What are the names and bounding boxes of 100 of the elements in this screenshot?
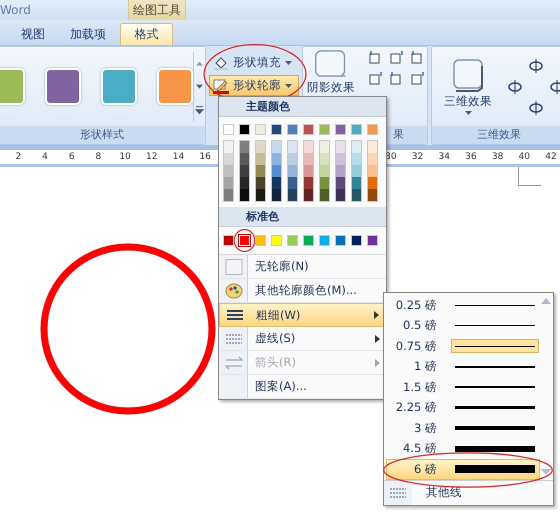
color-swatch[interactable] xyxy=(368,177,377,189)
color-swatch[interactable] xyxy=(304,177,313,189)
line-weight-item[interactable]: 0.25 磅 xyxy=(386,295,540,316)
color-swatch[interactable] xyxy=(320,177,329,189)
color-swatch[interactable] xyxy=(352,141,361,153)
color-swatch[interactable] xyxy=(256,177,265,189)
color-swatch[interactable] xyxy=(223,124,234,135)
color-swatch[interactable] xyxy=(256,153,265,165)
shape-style-swatch[interactable] xyxy=(157,68,193,105)
color-swatch[interactable] xyxy=(288,177,297,189)
line-weight-item[interactable]: 0.5 磅 xyxy=(386,316,540,336)
color-swatch[interactable] xyxy=(336,189,345,201)
line-weight-item[interactable]: 2.25 磅 xyxy=(386,398,540,418)
color-swatch[interactable] xyxy=(304,189,313,201)
color-swatch[interactable] xyxy=(319,235,330,246)
color-swatch[interactable] xyxy=(351,235,362,246)
color-swatch[interactable] xyxy=(335,124,346,135)
menu-item[interactable]: 其他线 xyxy=(426,485,462,500)
color-swatch[interactable] xyxy=(352,177,361,189)
shadow-effects-button[interactable]: 阴影效果 xyxy=(303,49,359,95)
color-swatch[interactable] xyxy=(272,189,281,201)
color-swatch[interactable] xyxy=(255,124,266,135)
line-weight-item[interactable]: 6 磅 xyxy=(386,459,540,480)
color-swatch[interactable] xyxy=(271,235,282,246)
line-weight-item[interactable]: 4.5 磅 xyxy=(386,438,540,459)
color-swatch[interactable] xyxy=(368,141,377,153)
outline-button[interactable]: 形状轮廓 xyxy=(209,75,299,96)
color-swatch[interactable] xyxy=(304,141,313,153)
color-swatch[interactable] xyxy=(320,141,329,153)
color-swatch[interactable] xyxy=(287,235,298,246)
color-swatch[interactable] xyxy=(224,165,233,177)
color-swatch[interactable] xyxy=(368,153,377,165)
ribbon-tab[interactable]: 视图 xyxy=(10,23,56,45)
color-swatch[interactable] xyxy=(224,177,233,189)
color-swatch[interactable] xyxy=(367,124,378,135)
color-swatch[interactable] xyxy=(271,124,282,135)
color-swatch[interactable] xyxy=(336,177,345,189)
line-weight-item[interactable]: 0.75 磅 xyxy=(386,336,540,356)
color-swatch[interactable] xyxy=(320,153,329,165)
color-swatch[interactable] xyxy=(240,153,249,165)
color-swatch[interactable] xyxy=(319,124,330,135)
color-swatch[interactable] xyxy=(304,153,313,165)
color-swatch[interactable] xyxy=(272,141,281,153)
ribbon-tab[interactable]: 格式 xyxy=(120,23,173,45)
color-swatch[interactable] xyxy=(320,189,329,201)
color-swatch[interactable] xyxy=(224,141,233,153)
scroll-down-icon[interactable] xyxy=(540,468,552,476)
3d-effects-button[interactable]: 三维效果 xyxy=(440,58,496,115)
color-swatch[interactable] xyxy=(240,141,249,153)
color-swatch[interactable] xyxy=(288,189,297,201)
color-swatch[interactable] xyxy=(304,165,313,177)
color-swatch[interactable] xyxy=(303,124,314,135)
color-swatch[interactable] xyxy=(287,124,298,135)
color-swatch[interactable] xyxy=(352,165,361,177)
color-swatch[interactable] xyxy=(256,141,265,153)
scroll-up-icon[interactable] xyxy=(540,297,552,305)
ruler-number: 36 xyxy=(464,151,478,164)
line-weight-item[interactable]: 3 磅 xyxy=(386,418,540,438)
group-label: 形状样式 xyxy=(0,126,205,144)
rotate-icon[interactable] xyxy=(527,98,545,116)
color-swatch[interactable] xyxy=(240,177,249,189)
rotate-icon[interactable] xyxy=(506,78,524,96)
color-swatch[interactable] xyxy=(256,165,265,177)
line-weight-item[interactable]: 1 磅 xyxy=(386,356,540,377)
color-swatch[interactable] xyxy=(368,189,377,201)
color-swatch[interactable] xyxy=(256,189,265,201)
color-swatch[interactable] xyxy=(368,165,377,177)
shape-style-swatch[interactable] xyxy=(45,68,81,105)
color-swatch[interactable] xyxy=(352,153,361,165)
color-swatch[interactable] xyxy=(367,235,378,246)
color-swatch[interactable] xyxy=(288,141,297,153)
color-swatch[interactable] xyxy=(336,153,345,165)
color-swatch[interactable] xyxy=(303,235,314,246)
color-swatch[interactable] xyxy=(335,235,346,246)
color-swatch[interactable] xyxy=(351,124,362,135)
color-swatch[interactable] xyxy=(320,165,329,177)
ruler-number: 32 xyxy=(410,151,424,164)
color-swatch[interactable] xyxy=(272,153,281,165)
color-swatch[interactable] xyxy=(240,165,249,177)
color-swatch[interactable] xyxy=(336,141,345,153)
line-weight-item[interactable]: 1.5 磅 xyxy=(386,377,540,398)
color-swatch[interactable] xyxy=(288,165,297,177)
color-swatch[interactable] xyxy=(352,189,361,201)
color-swatch[interactable] xyxy=(336,165,345,177)
color-swatch[interactable] xyxy=(288,153,297,165)
color-swatch[interactable] xyxy=(255,235,266,246)
rotate-icon[interactable] xyxy=(527,56,545,74)
ribbon-tab[interactable]: 加载项 xyxy=(59,23,117,45)
color-swatch[interactable] xyxy=(272,177,281,189)
shape-style-swatch[interactable] xyxy=(101,68,137,105)
menu-item[interactable]: 粗细(W) xyxy=(219,303,386,327)
menu-item[interactable]: 无轮廓(N) xyxy=(219,255,386,279)
color-swatch[interactable] xyxy=(224,189,233,201)
color-swatch[interactable] xyxy=(272,165,281,177)
color-swatch[interactable] xyxy=(223,235,234,246)
submenu-arrow-icon xyxy=(375,334,380,342)
color-swatch[interactable] xyxy=(239,124,250,135)
fill-button[interactable]: 形状填充 xyxy=(209,52,299,73)
color-swatch[interactable] xyxy=(224,153,233,165)
color-swatch[interactable] xyxy=(240,189,249,201)
